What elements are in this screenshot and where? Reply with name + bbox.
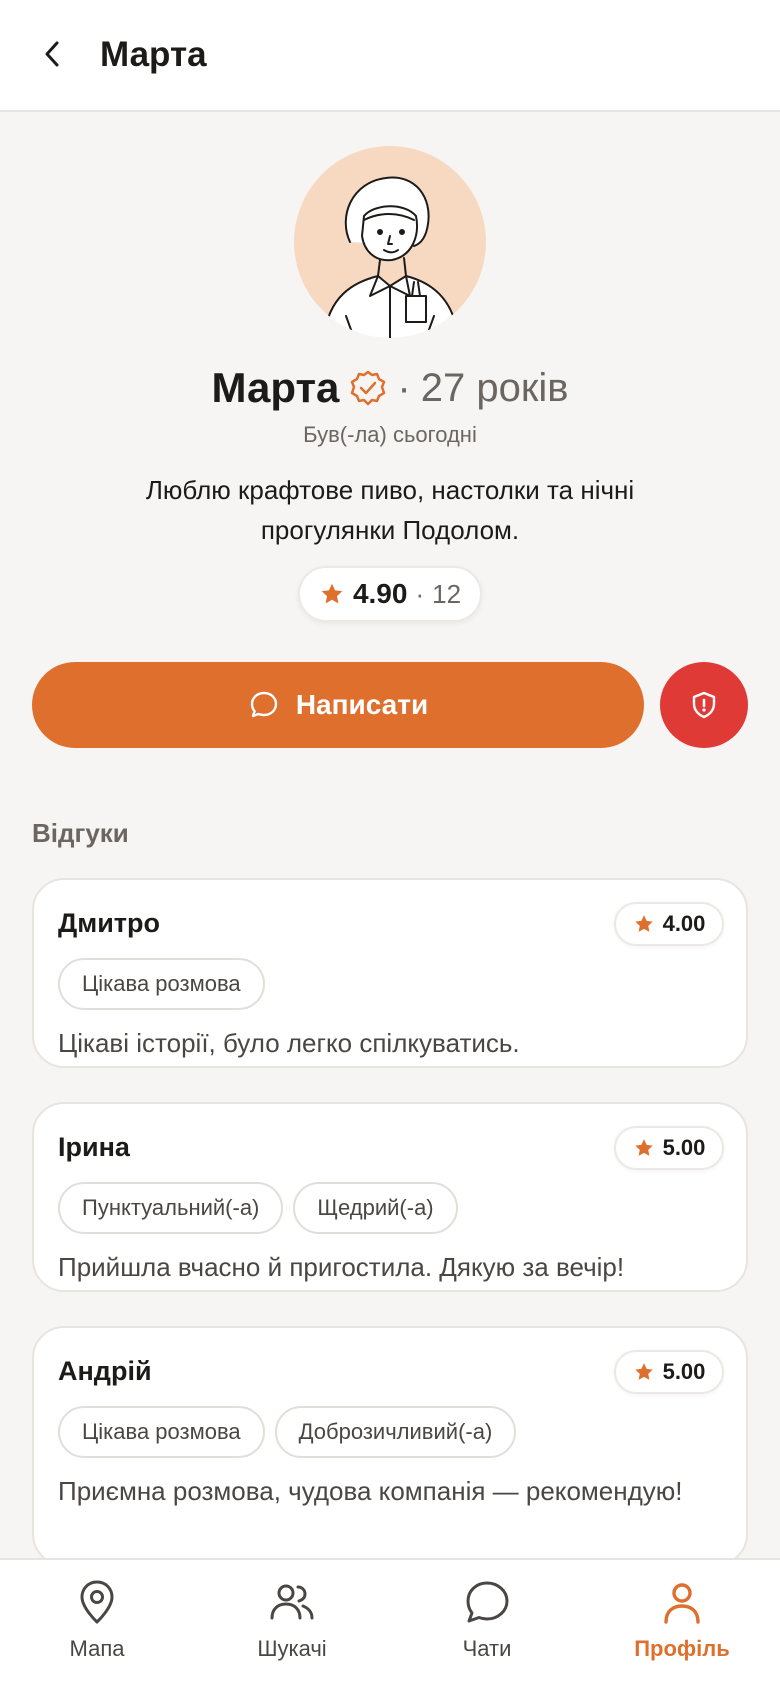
nav-label: Чати xyxy=(462,1636,512,1661)
profile-name: Марта xyxy=(211,364,340,411)
star-icon xyxy=(634,915,653,932)
bottom-nav: Мапа Шукачі Чати Профіль xyxy=(0,1558,780,1688)
profile-icon xyxy=(664,1583,700,1624)
review-rating: 5.00 xyxy=(614,1126,724,1170)
map-pin-icon xyxy=(80,1580,114,1624)
rating-separator: · xyxy=(415,578,425,609)
nav-item-seekers[interactable]: Шукачі xyxy=(212,1578,372,1678)
review-tag: Доброзичливий(-а) xyxy=(274,1406,517,1458)
star-icon xyxy=(321,583,343,604)
star-icon xyxy=(634,1363,653,1380)
nav-item-map[interactable]: Мапа xyxy=(17,1578,177,1678)
avatar xyxy=(294,146,486,338)
nav-item-chats[interactable]: Чати xyxy=(407,1578,567,1678)
review-card: Дмитро 4.00 Цікава розмова Цікаві історі… xyxy=(32,878,748,1068)
rating-count: 12 xyxy=(432,578,462,609)
review-rating: 5.00 xyxy=(614,1350,724,1394)
review-tag: Цікава розмова xyxy=(58,958,265,1010)
review-rating-value: 5.00 xyxy=(662,1135,706,1160)
review-rating-value: 5.00 xyxy=(662,1359,706,1384)
profile-bio: Люблю крафтове пиво, настолки та нічні п… xyxy=(145,475,635,545)
review-rating-value: 4.00 xyxy=(662,911,706,936)
rating-value: 4.90 xyxy=(352,578,408,609)
review-rating: 4.00 xyxy=(614,902,724,946)
age-separator: · xyxy=(397,365,411,410)
write-button-label: Написати xyxy=(295,689,429,720)
review-tags: Пунктуальний(-а) Щедрий(-а) xyxy=(58,1182,458,1234)
reviewer-name: Ірина xyxy=(58,1132,130,1162)
last-seen: Був(-ла) сьогодні xyxy=(303,422,477,447)
profile-age: 27 років xyxy=(420,365,569,410)
profile-content[interactable]: Марта · 27 років Був(-ла) сьогодні Люблю… xyxy=(0,114,780,1558)
star-icon xyxy=(634,1139,653,1156)
review-card: Андрій 5.00 Цікава розмова Доброзичливий… xyxy=(32,1326,748,1558)
nav-label: Шукачі xyxy=(257,1636,327,1661)
reviewer-name: Дмитро xyxy=(58,908,161,938)
rating-badge[interactable]: 4.90 · 12 xyxy=(298,566,482,622)
review-text: Цікаві історії, було легко спілкуватись. xyxy=(58,1028,520,1058)
name-row: Марта · 27 років xyxy=(0,364,780,412)
verified-badge-icon xyxy=(351,370,386,406)
review-card: Ірина 5.00 Пунктуальний(-а) Щедрий(-а) П… xyxy=(32,1102,748,1292)
write-message-button[interactable]: Написати xyxy=(32,662,644,748)
review-tag: Цікава розмова xyxy=(58,1406,265,1458)
nav-item-profile[interactable]: Профіль xyxy=(602,1578,762,1678)
chat-icon xyxy=(466,1581,509,1623)
review-tags: Цікава розмова xyxy=(58,958,265,1010)
review-tags: Цікава розмова Доброзичливий(-а) xyxy=(58,1406,517,1458)
avatar-illustration xyxy=(323,176,459,338)
review-text: Приємна розмова, чудова компанія — реком… xyxy=(58,1476,683,1506)
top-bar: Марта xyxy=(0,0,780,112)
page-title: Марта xyxy=(100,35,207,74)
review-text: Прийшла вчасно й пригостила. Дякую за ве… xyxy=(58,1252,625,1282)
review-tag: Щедрий(-а) xyxy=(293,1182,458,1234)
nav-label: Профіль xyxy=(634,1636,730,1661)
chevron-left-icon xyxy=(45,41,59,67)
back-button[interactable] xyxy=(30,32,74,76)
reviews-title: Відгуки xyxy=(32,818,129,848)
review-tag: Пунктуальний(-а) xyxy=(58,1182,284,1234)
chat-bubble-icon xyxy=(250,691,278,718)
shield-alert-icon xyxy=(692,691,716,719)
reviewer-name: Андрій xyxy=(58,1356,152,1386)
report-button[interactable] xyxy=(660,662,748,748)
nav-label: Мапа xyxy=(69,1636,125,1661)
users-icon xyxy=(270,1584,314,1620)
